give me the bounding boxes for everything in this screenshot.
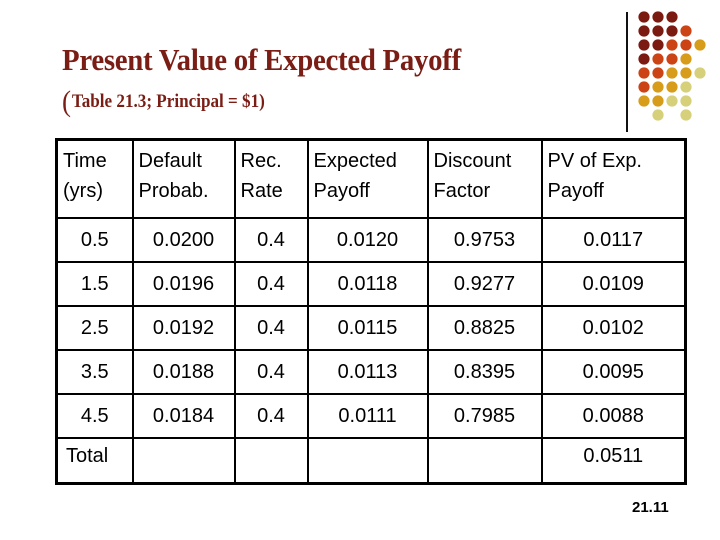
cell-discount-factor: 0.7985 — [426, 393, 543, 439]
cell-pv-expected-payoff: 0.0117 — [540, 217, 687, 263]
decorative-dot — [638, 11, 650, 23]
cell-expected-payoff: 0.0115 — [306, 305, 429, 351]
decorative-dot — [638, 67, 650, 79]
decorative-dot — [638, 95, 650, 107]
cell-discount-factor: 0.8825 — [426, 305, 543, 351]
decorative-dot — [652, 39, 664, 51]
cell-default-probability: 0.0188 — [131, 349, 236, 395]
header-time: Time (yrs) — [55, 138, 134, 219]
slide-subtitle: (Table 21.3; Principal = $1) — [62, 85, 265, 119]
cell-expected-payoff: 0.0120 — [306, 217, 429, 263]
cell-time: 3.5 — [55, 349, 134, 395]
decorative-dot — [666, 53, 678, 65]
table-total-row: Total 0.0511 — [55, 437, 687, 485]
decorative-dot — [638, 25, 650, 37]
decorative-dot — [652, 95, 664, 107]
total-pv-expected-payoff: 0.0511 — [540, 437, 687, 485]
decorative-dot — [680, 39, 692, 51]
cell-discount-factor: 0.8395 — [426, 349, 543, 395]
cell-recovery-rate: 0.4 — [233, 261, 309, 307]
decorative-dot — [680, 53, 692, 65]
decorative-dot — [666, 11, 678, 23]
cell-time: 0.5 — [55, 217, 134, 263]
decorative-dot — [638, 39, 650, 51]
subtitle-open-paren: ( — [62, 85, 71, 118]
table-row: 4.5 0.0184 0.4 0.0111 0.7985 0.0088 — [55, 393, 687, 439]
cell-discount-factor: 0.9277 — [426, 261, 543, 307]
table-row: 2.5 0.0192 0.4 0.0115 0.8825 0.0102 — [55, 305, 687, 351]
cell-time: 2.5 — [55, 305, 134, 351]
decorative-dot — [666, 25, 678, 37]
decorative-dot — [680, 67, 692, 79]
page-number: 21.11 — [632, 499, 669, 516]
table-row: 0.5 0.0200 0.4 0.0120 0.9753 0.0117 — [55, 217, 687, 263]
total-cell-empty — [233, 437, 309, 485]
cell-pv-expected-payoff: 0.0095 — [540, 349, 687, 395]
decorative-dot — [652, 81, 664, 93]
cell-default-probability: 0.0200 — [131, 217, 236, 263]
decorative-dot — [666, 95, 678, 107]
decorative-vertical-rule — [626, 12, 628, 132]
decorative-dot — [652, 67, 664, 79]
table-row: 1.5 0.0196 0.4 0.0118 0.9277 0.0109 — [55, 261, 687, 307]
header-discount-factor: Discount Factor — [426, 138, 543, 219]
decorative-dot — [652, 11, 664, 23]
header-default-probability: Default Probab. — [131, 138, 236, 219]
table-header-row: Time (yrs) Default Probab. Rec. Rate Expect… — [55, 138, 687, 219]
cell-pv-expected-payoff: 0.0109 — [540, 261, 687, 307]
pv-expected-payoff-table: Time (yrs) Default Probab. Rec. Rate Expect… — [55, 138, 687, 485]
decorative-dot — [666, 39, 678, 51]
cell-time: 4.5 — [55, 393, 134, 439]
decorative-dot — [680, 109, 692, 121]
decorative-dot — [652, 25, 664, 37]
total-cell-empty — [131, 437, 236, 485]
decorative-dot — [652, 53, 664, 65]
cell-discount-factor: 0.9753 — [426, 217, 543, 263]
cell-default-probability: 0.0196 — [131, 261, 236, 307]
cell-expected-payoff: 0.0111 — [306, 393, 429, 439]
decorative-dot — [680, 81, 692, 93]
cell-time: 1.5 — [55, 261, 134, 307]
cell-pv-expected-payoff: 0.0088 — [540, 393, 687, 439]
cell-default-probability: 0.0184 — [131, 393, 236, 439]
cell-expected-payoff: 0.0118 — [306, 261, 429, 307]
cell-recovery-rate: 0.4 — [233, 217, 309, 263]
header-expected-payoff: Expected Payoff — [306, 138, 429, 219]
slide-title: Present Value of Expected Payoff — [62, 42, 461, 77]
cell-default-probability: 0.0192 — [131, 305, 236, 351]
decorative-dot — [666, 67, 678, 79]
header-recovery-rate: Rec. Rate — [233, 138, 309, 219]
decorative-dot — [638, 53, 650, 65]
decorative-dot — [694, 67, 706, 79]
header-pv-expected-payoff: PV of Exp. Payoff — [540, 138, 687, 219]
decorative-dot — [680, 25, 692, 37]
decorative-dot — [666, 81, 678, 93]
decorative-dot — [638, 81, 650, 93]
total-cell-empty — [426, 437, 543, 485]
total-label: Total — [55, 437, 134, 485]
cell-pv-expected-payoff: 0.0102 — [540, 305, 687, 351]
cell-expected-payoff: 0.0113 — [306, 349, 429, 395]
decorative-dot — [652, 109, 664, 121]
subtitle-text: Table 21.3; Principal = $1) — [71, 91, 265, 112]
total-cell-empty — [306, 437, 429, 485]
decorative-dot — [680, 95, 692, 107]
cell-recovery-rate: 0.4 — [233, 393, 309, 439]
cell-recovery-rate: 0.4 — [233, 305, 309, 351]
decorative-dot — [694, 39, 706, 51]
table-row: 3.5 0.0188 0.4 0.0113 0.8395 0.0095 — [55, 349, 687, 395]
cell-recovery-rate: 0.4 — [233, 349, 309, 395]
